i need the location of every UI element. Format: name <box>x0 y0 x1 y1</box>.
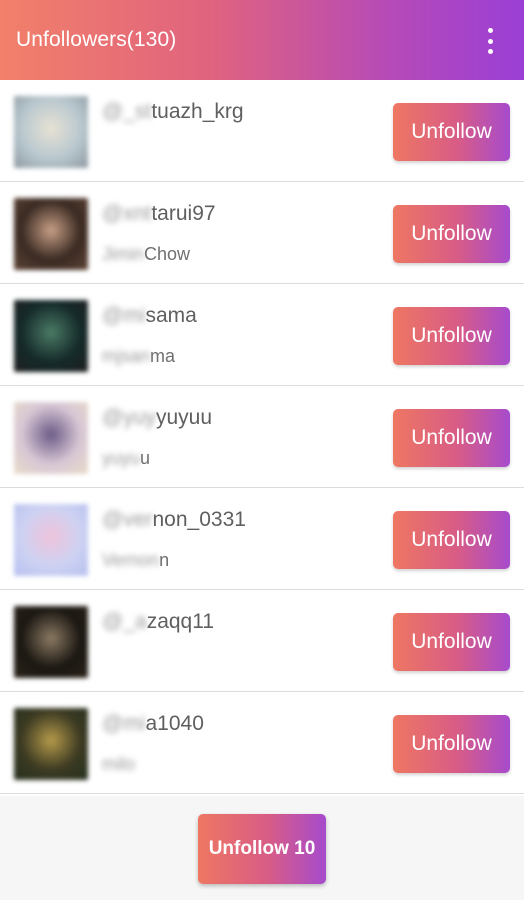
avatar[interactable] <box>14 606 88 678</box>
unfollow-button[interactable]: Unfollow <box>393 511 510 569</box>
unfollow-button[interactable]: Unfollow <box>393 205 510 263</box>
list-item: @mia1040 milo Unfollow <box>0 692 524 794</box>
app-bar: Unfollowers(130) <box>0 0 524 80</box>
display-name: JiminChow <box>102 244 191 264</box>
list-item: @yuyyuyuu yuyuu Unfollow <box>0 386 524 488</box>
unfollow-button[interactable]: Unfollow <box>393 715 510 773</box>
avatar[interactable] <box>14 198 88 270</box>
username: @_sttuazh_krg <box>102 100 244 123</box>
unfollow-button[interactable]: Unfollow <box>393 103 510 161</box>
username: @yuyyuyuu <box>102 406 213 429</box>
list-item: @_azaqq11 Unfollow <box>0 590 524 692</box>
avatar[interactable] <box>14 300 88 372</box>
avatar[interactable] <box>14 96 88 168</box>
list-item: @xnttarui97 JiminChow Unfollow <box>0 182 524 284</box>
avatar[interactable] <box>14 708 88 780</box>
avatar[interactable] <box>14 504 88 576</box>
bulk-unfollow-button[interactable]: Unfollow 10 <box>198 814 326 884</box>
username: @xnttarui97 <box>102 202 216 225</box>
username: @_azaqq11 <box>102 610 215 633</box>
list-item: @misama mjsanma Unfollow <box>0 284 524 386</box>
display-name: yuyuu <box>102 448 151 468</box>
unfollow-button[interactable]: Unfollow <box>393 409 510 467</box>
display-name: Vernonn <box>102 550 170 570</box>
username: @mia1040 <box>102 712 204 735</box>
list-item: @vernon_0331 Vernonn Unfollow <box>0 488 524 590</box>
unfollow-button[interactable]: Unfollow <box>393 613 510 671</box>
more-vert-icon[interactable] <box>486 28 494 54</box>
username: @vernon_0331 <box>102 508 246 531</box>
list-item: @_sttuazh_krg Unfollow <box>0 80 524 182</box>
footer-bar: Unfollow 10 <box>0 796 524 900</box>
avatar[interactable] <box>14 402 88 474</box>
unfollow-button[interactable]: Unfollow <box>393 307 510 365</box>
display-name: milo <box>102 754 136 774</box>
display-name: mjsanma <box>102 346 176 366</box>
page-title: Unfollowers(130) <box>16 28 177 51</box>
username: @misama <box>102 304 197 327</box>
unfollowers-list[interactable]: @_sttuazh_krg Unfollow @xnttarui97 Jimin… <box>0 80 524 794</box>
